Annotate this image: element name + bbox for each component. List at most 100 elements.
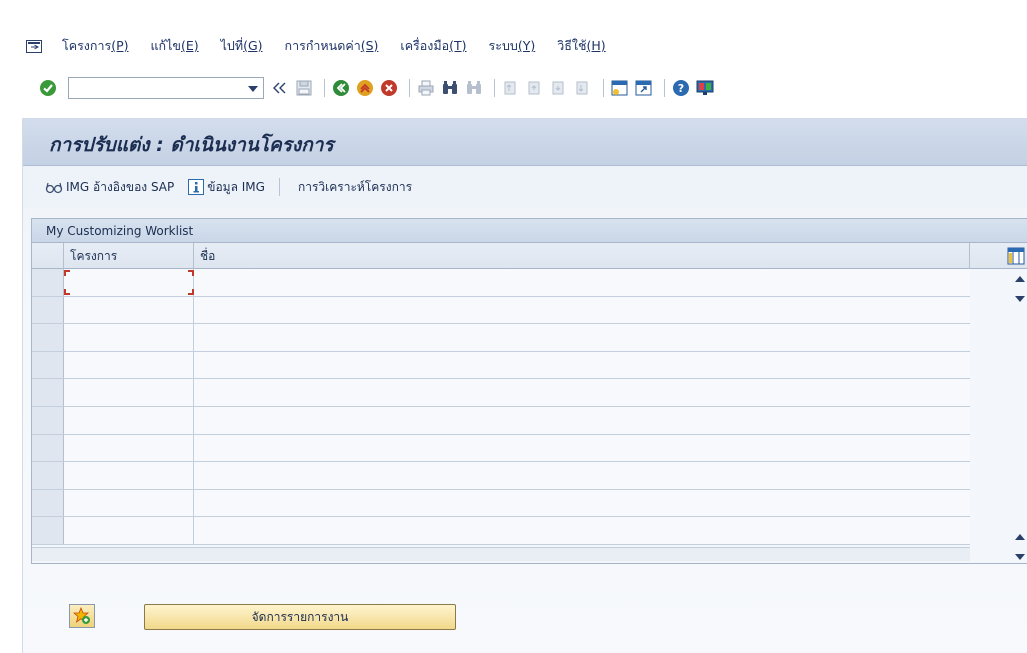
menu: โครงการ(P) แก้ไข(E) ไปที่(G) การกำหนดค่า… — [26, 36, 628, 56]
row-selector[interactable] — [32, 324, 64, 351]
row-selector[interactable] — [32, 517, 64, 544]
customizing-worklist-panel: My Customizing Worklist โครงการ ชื่อ — [31, 218, 1027, 564]
project-cell[interactable] — [64, 351, 194, 379]
table-settings-icon[interactable] — [1007, 247, 1025, 265]
project-cell[interactable] — [64, 296, 194, 324]
project-cell[interactable] — [64, 406, 194, 434]
img-info-label: ข้อมูล IMG — [207, 179, 265, 194]
sap-reference-img-button[interactable]: IMG อ้างอิงของ SAP — [45, 178, 174, 197]
system-menu-icon[interactable] — [26, 39, 42, 53]
row-selector[interactable] — [32, 406, 64, 434]
previous-page-icon[interactable] — [525, 78, 545, 98]
name-cell[interactable] — [194, 434, 970, 462]
table-row[interactable] — [32, 406, 970, 435]
menu-tools[interactable]: เครื่องมือ(T) — [400, 36, 466, 56]
scroll-down-icon[interactable] — [1014, 293, 1026, 305]
name-cell[interactable] — [194, 462, 970, 489]
table-row[interactable] — [32, 517, 970, 545]
find-icon[interactable] — [440, 78, 460, 98]
img-info-button[interactable]: ข้อมูล IMG — [188, 178, 265, 197]
find-next-icon[interactable] — [464, 78, 484, 98]
project-cell-focused[interactable] — [64, 269, 194, 296]
menu-help[interactable]: วิธีใช้(H) — [557, 36, 605, 56]
collapse-command-field-icon[interactable] — [270, 78, 290, 98]
cancel-icon[interactable] — [379, 78, 399, 98]
exit-icon[interactable] — [355, 78, 375, 98]
row-selector[interactable] — [32, 489, 64, 517]
print-icon[interactable] — [416, 78, 436, 98]
toolbar-separator — [324, 79, 325, 97]
row-selector[interactable] — [32, 462, 64, 489]
project-cell[interactable] — [64, 434, 194, 462]
name-cell[interactable] — [194, 489, 970, 517]
table-row[interactable] — [32, 379, 970, 407]
table-row[interactable] — [32, 351, 970, 380]
table-row[interactable] — [32, 296, 970, 325]
title-bar: การปรับแต่ง : ดำเนินงานโครงการ — [23, 118, 1027, 166]
star-add-icon — [73, 607, 90, 624]
last-page-icon[interactable] — [573, 78, 593, 98]
info-icon — [188, 179, 205, 195]
project-cell[interactable] — [64, 324, 194, 351]
page-title: การปรับแต่ง : ดำเนินงานโครงการ — [49, 134, 334, 156]
row-selector[interactable] — [32, 379, 64, 406]
add-favorite-button[interactable] — [69, 604, 95, 628]
vertical-scrollbar[interactable] — [970, 269, 1027, 561]
table-row[interactable] — [32, 434, 970, 463]
column-header-name[interactable]: ชื่อ — [194, 243, 970, 269]
menu-bar: โครงการ(P) แก้ไข(E) ไปที่(G) การกำหนดค่า… — [0, 0, 1027, 62]
menu-settings[interactable]: การกำหนดค่า(S) — [285, 36, 379, 56]
menu-goto[interactable]: ไปที่(G) — [221, 36, 263, 56]
command-field[interactable] — [68, 77, 264, 99]
shortcut-icon[interactable] — [634, 78, 654, 98]
table-row[interactable] — [32, 462, 970, 490]
customize-layout-icon[interactable] — [695, 78, 715, 98]
chevron-down-icon[interactable] — [246, 82, 260, 96]
table-row[interactable] — [32, 324, 970, 352]
name-cell[interactable] — [194, 296, 970, 324]
horizontal-scrollbar[interactable] — [32, 547, 970, 561]
name-cell[interactable] — [194, 351, 970, 379]
scroll-up-icon[interactable] — [1014, 273, 1026, 285]
content-area: การปรับแต่ง : ดำเนินงานโครงการ IMG อ้างอ… — [22, 118, 1027, 653]
row-selector[interactable] — [32, 296, 64, 324]
project-cell[interactable] — [64, 517, 194, 544]
project-cell[interactable] — [64, 379, 194, 406]
menu-edit[interactable]: แก้ไข(E) — [151, 36, 199, 56]
menu-system[interactable]: ระบบ(Y) — [489, 36, 536, 56]
scroll-down-icon[interactable] — [1014, 551, 1026, 563]
focus-frame — [64, 269, 194, 295]
toolbar-separator — [603, 79, 604, 97]
first-page-icon[interactable] — [501, 78, 521, 98]
name-cell[interactable] — [194, 269, 970, 296]
table-row[interactable] — [32, 269, 970, 297]
standard-toolbar: ? — [0, 62, 1027, 108]
create-session-icon[interactable] — [610, 78, 630, 98]
save-icon[interactable] — [294, 78, 314, 98]
column-header-project[interactable]: โครงการ — [64, 243, 194, 269]
name-cell[interactable] — [194, 379, 970, 406]
name-cell[interactable] — [194, 324, 970, 351]
project-cell[interactable] — [64, 462, 194, 489]
toolbar-separator — [409, 79, 410, 97]
scroll-up-icon[interactable] — [1014, 531, 1026, 543]
row-selector[interactable] — [32, 434, 64, 462]
project-cell[interactable] — [64, 489, 194, 517]
help-icon[interactable]: ? — [671, 78, 691, 98]
enter-icon[interactable] — [38, 78, 58, 98]
name-cell[interactable] — [194, 406, 970, 434]
manage-worklist-button[interactable]: จัดการรายการงาน — [144, 604, 456, 630]
menu-project[interactable]: โครงการ(P) — [62, 36, 129, 56]
name-cell[interactable] — [194, 517, 970, 544]
row-selector[interactable] — [32, 351, 64, 379]
next-page-icon[interactable] — [549, 78, 569, 98]
select-all-cell[interactable] — [32, 243, 64, 269]
application-toolbar: IMG อ้างอิงของ SAP ข้อมูล IMG การวิเคราะ… — [23, 166, 1027, 208]
worklist-header: My Customizing Worklist — [32, 219, 1027, 243]
back-icon[interactable] — [331, 78, 351, 98]
table-row[interactable] — [32, 489, 970, 518]
project-analysis-button[interactable]: การวิเคราะห์โครงการ — [298, 178, 412, 197]
table-body — [32, 269, 970, 547]
toolbar-separator — [278, 178, 280, 196]
row-selector[interactable] — [32, 269, 64, 296]
